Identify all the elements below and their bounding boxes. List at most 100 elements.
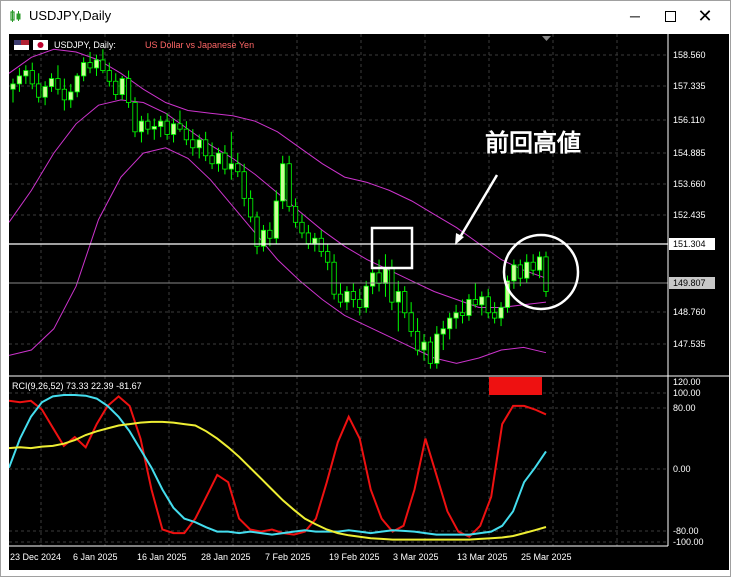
candle-body bbox=[235, 163, 241, 173]
candle-body bbox=[145, 120, 151, 130]
candles-group bbox=[10, 49, 549, 369]
candle-body bbox=[421, 341, 427, 351]
candle-body bbox=[492, 312, 498, 319]
candle-body bbox=[350, 291, 356, 300]
chart-window: USDJPY,Daily ─ ✕ 前回高値 USDJPY, Daily: US … bbox=[0, 0, 731, 577]
candle-body bbox=[158, 120, 164, 127]
candle-body bbox=[536, 256, 543, 271]
title-bar[interactable]: USDJPY,Daily ─ ✕ bbox=[1, 1, 730, 31]
candle-body bbox=[132, 102, 138, 133]
candle-body bbox=[453, 312, 459, 319]
price-tick-label: 153.660 bbox=[673, 179, 706, 189]
candle-body bbox=[305, 232, 311, 244]
hline-price-label: 151.304 bbox=[673, 239, 706, 249]
price-tick-label: 158.560 bbox=[673, 50, 706, 60]
candle-body bbox=[241, 171, 247, 199]
overbought-marker bbox=[489, 377, 542, 395]
rci-axis[interactable]: 120.00 100.00 80.00 0.00 -80.00 -100.00 bbox=[673, 377, 704, 547]
time-axis[interactable]: 23 Dec 2024 6 Jan 2025 16 Jan 2025 28 Ja… bbox=[10, 552, 572, 562]
annotation-arrow bbox=[457, 174, 499, 240]
candle-body bbox=[427, 341, 434, 364]
time-tick-label: 16 Jan 2025 bbox=[137, 552, 187, 562]
candle-body bbox=[36, 83, 42, 98]
candle-body bbox=[254, 216, 260, 247]
close-button[interactable]: ✕ bbox=[686, 1, 724, 31]
candle-body bbox=[209, 155, 215, 165]
rci-tick-label: 100.00 bbox=[673, 388, 701, 398]
candle-body bbox=[196, 139, 202, 149]
candle-body bbox=[10, 83, 16, 90]
price-tick-label: 157.335 bbox=[673, 81, 706, 91]
candle-body bbox=[48, 78, 55, 87]
current-price-label: 149.807 bbox=[673, 278, 706, 288]
candle-body bbox=[100, 59, 106, 71]
candle-body bbox=[106, 70, 112, 82]
candle-body bbox=[408, 312, 414, 332]
candle-body bbox=[93, 59, 100, 69]
minimize-button[interactable]: ─ bbox=[616, 1, 654, 31]
candle-body bbox=[331, 261, 337, 295]
candle-body bbox=[248, 197, 254, 218]
candle-body bbox=[215, 152, 222, 165]
shift-marker-icon[interactable] bbox=[542, 36, 551, 41]
window-title: USDJPY,Daily bbox=[29, 8, 112, 23]
candle-body bbox=[74, 75, 80, 93]
candle-body bbox=[87, 62, 93, 69]
rci-tick-label: 80.00 bbox=[673, 403, 696, 413]
candle-body bbox=[440, 328, 446, 335]
time-tick-label: 7 Feb 2025 bbox=[265, 552, 311, 562]
chart-area[interactable]: 前回高値 USDJPY, Daily: US Dollar vs Japanes… bbox=[8, 34, 729, 570]
candle-body bbox=[363, 285, 369, 308]
candle-body bbox=[42, 86, 48, 98]
candle-body bbox=[61, 88, 67, 101]
candle-body bbox=[447, 317, 453, 330]
rci-tick-label: -100.00 bbox=[673, 537, 704, 547]
candle-body bbox=[113, 80, 119, 95]
symbol-description: US Dollar vs Japanese Yen bbox=[145, 40, 254, 50]
candle-body bbox=[292, 205, 299, 223]
candle-body bbox=[543, 256, 549, 292]
candle-body bbox=[183, 128, 189, 141]
candle-body bbox=[280, 163, 286, 202]
rci-grid-lines bbox=[9, 392, 668, 543]
rci-tick-label: 120.00 bbox=[673, 377, 701, 387]
candle-body bbox=[479, 296, 485, 306]
rci-mid-line bbox=[8, 394, 547, 536]
candle-body bbox=[357, 299, 363, 308]
candle-body bbox=[370, 272, 376, 287]
candle-body bbox=[273, 200, 279, 239]
candle-body bbox=[517, 264, 523, 279]
candle-body bbox=[395, 291, 401, 303]
candle-body bbox=[459, 312, 466, 316]
time-tick-label: 13 Mar 2025 bbox=[457, 552, 508, 562]
candle-body bbox=[524, 261, 530, 279]
maximize-button[interactable] bbox=[651, 1, 689, 31]
candle-body bbox=[414, 331, 421, 351]
candle-body bbox=[498, 307, 504, 319]
rci-short-line bbox=[8, 395, 547, 538]
close-icon: ✕ bbox=[697, 5, 713, 26]
chart-canvas[interactable]: 前回高値 USDJPY, Daily: US Dollar vs Japanes… bbox=[8, 34, 729, 570]
rci-tick-label: -80.00 bbox=[673, 526, 699, 536]
candle-body bbox=[16, 75, 23, 85]
candle-body bbox=[23, 70, 29, 77]
candle-body bbox=[203, 139, 209, 157]
price-tick-label: 154.885 bbox=[673, 148, 706, 158]
minimize-icon: ─ bbox=[630, 8, 640, 24]
price-tick-label: 148.760 bbox=[673, 307, 706, 317]
rci-tick-label: 0.00 bbox=[673, 464, 691, 474]
time-tick-label: 19 Feb 2025 bbox=[329, 552, 380, 562]
candle-body bbox=[312, 237, 318, 244]
candle-body bbox=[530, 261, 536, 271]
time-tick-label: 28 Jan 2025 bbox=[201, 552, 251, 562]
candle-body bbox=[138, 120, 145, 133]
rci-label: RCI(9,26,52) 73.33 22.39 -81.67 bbox=[12, 381, 142, 391]
candle-body bbox=[68, 91, 74, 101]
candle-body bbox=[402, 291, 408, 314]
price-axis[interactable]: 158.560 157.335 156.110 154.885 153.660 … bbox=[673, 50, 706, 349]
candle-body bbox=[81, 62, 87, 77]
bollinger-lower-line bbox=[8, 147, 547, 364]
candle-body bbox=[119, 78, 125, 95]
candle-body bbox=[170, 123, 177, 135]
rci-lines bbox=[8, 394, 547, 541]
